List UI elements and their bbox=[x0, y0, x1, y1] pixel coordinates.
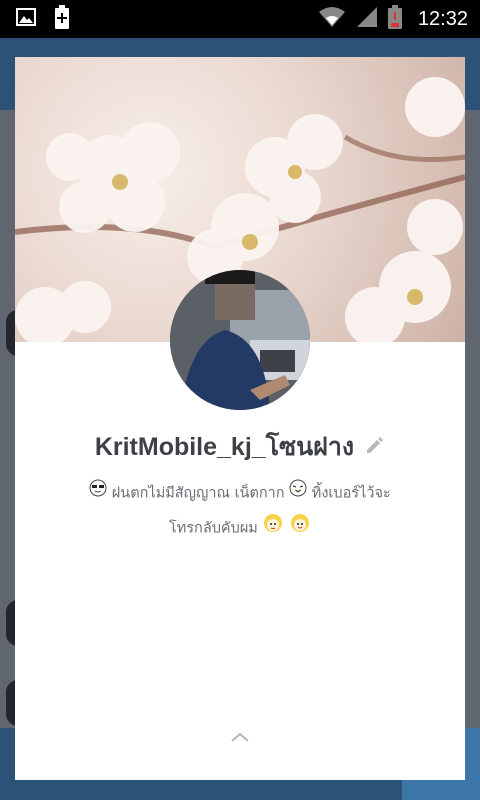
avatar[interactable] bbox=[170, 270, 310, 410]
battery-low-icon bbox=[387, 5, 402, 33]
profile-name-row: KritMobile_kj_โซนฝาง bbox=[15, 427, 465, 467]
profile-name: KritMobile_kj_โซนฝาง bbox=[94, 433, 355, 461]
clock: 12:32 bbox=[417, 7, 468, 30]
blonde-girl-emoji-icon bbox=[262, 511, 284, 546]
status-message: ฝนตกไม่มีสัญญาณ เน็ตกาก ทิ้งเบอร์ไว้จะ โ… bbox=[55, 477, 425, 546]
sunglasses-emoji-icon bbox=[89, 477, 107, 510]
chevron-up-icon[interactable] bbox=[228, 729, 252, 745]
image-notification-icon bbox=[16, 8, 36, 30]
status-text-1b: ทิ้งเบอร์ไว้จะ bbox=[311, 485, 391, 502]
signal-icon bbox=[356, 6, 378, 32]
profile-dialog: KritMobile_kj_โซนฝาง ฝนตกไม่มีสัญญาณ เน็… bbox=[15, 57, 465, 780]
blonde-girl-emoji-icon bbox=[289, 511, 311, 546]
edit-pencil-icon[interactable] bbox=[365, 435, 385, 459]
status-text-2: โทรกลับคับผม bbox=[168, 520, 258, 536]
wifi-icon bbox=[318, 6, 346, 32]
status-text-1a: ฝนตกไม่มีสัญญาณ เน็ตกาก bbox=[111, 485, 285, 502]
battery-saver-icon bbox=[54, 5, 70, 33]
crying-emoji-icon bbox=[289, 477, 307, 510]
status-bar: 12:32 bbox=[0, 0, 480, 38]
